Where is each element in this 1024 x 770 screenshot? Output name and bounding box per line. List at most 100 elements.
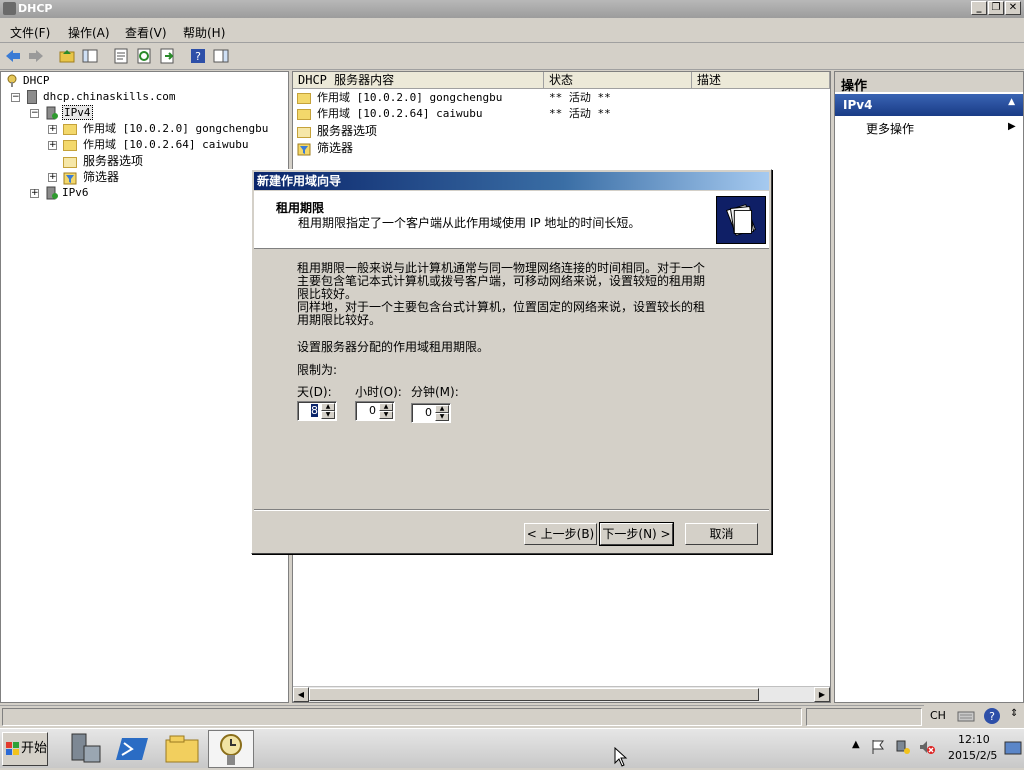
restore-button[interactable]: ❐ <box>988 1 1004 15</box>
refresh-icon[interactable] <box>135 47 153 65</box>
spin-up-icon[interactable]: ▲ <box>321 403 335 411</box>
svg-text:?: ? <box>195 50 201 63</box>
tree-item-ipv4[interactable]: IPv4 <box>46 105 93 121</box>
forward-arrow-icon[interactable] <box>27 47 45 65</box>
show-action-pane-icon[interactable] <box>212 47 230 65</box>
filter-icon <box>63 172 77 184</box>
expand-toggle[interactable]: + <box>48 125 57 134</box>
hours-stepper[interactable]: 0 ▲ ▼ <box>355 401 395 421</box>
folder-icon <box>63 139 77 151</box>
tree-label-ipv4: IPv4 <box>62 105 93 120</box>
tree-item-scope2[interactable]: 作用域 [10.0.2.64] caiwubu <box>63 137 248 153</box>
minutes-stepper[interactable]: 0 ▲ ▼ <box>411 403 451 423</box>
back-arrow-icon[interactable] <box>4 47 22 65</box>
minutes-label: 分钟(M): <box>411 385 459 399</box>
menu-view[interactable]: 查看(V) <box>125 24 167 41</box>
days-stepper[interactable]: 8 ▲ ▼ <box>297 401 337 421</box>
more-actions-item[interactable]: 更多操作 <box>866 120 914 137</box>
list-item[interactable]: 作用域 [10.0.2.64] caiwubu <box>297 106 482 122</box>
clock-date[interactable]: 2015/2/5 <box>948 749 997 762</box>
clock-time[interactable]: 12:10 <box>958 733 990 746</box>
export-list-icon[interactable] <box>158 47 176 65</box>
tree-item-server[interactable]: dhcp.chinaskills.com <box>27 89 175 105</box>
actions-section-ipv4[interactable]: IPv4 ▲ <box>835 94 1023 116</box>
tree-label-options: 服务器选项 <box>83 154 144 168</box>
keyboard-icon[interactable] <box>957 708 975 724</box>
description-line: 主要包含笔记本式计算机或拨号客户端，可移动网络来说，设置较短的租用期 <box>297 274 706 288</box>
tree-item-dhcp[interactable]: DHCP <box>5 73 50 89</box>
scroll-left-icon[interactable]: ◀ <box>293 687 309 702</box>
spin-down-icon[interactable]: ▼ <box>435 413 449 421</box>
tree-item-server-options[interactable]: 服务器选项 <box>63 153 143 169</box>
start-button[interactable]: 开始 <box>2 732 48 766</box>
up-folder-icon[interactable] <box>58 47 76 65</box>
tree-label-scope1: 作用域 [10.0.2.0] gongchengbu <box>83 122 269 135</box>
expand-toggle[interactable]: + <box>48 173 57 182</box>
toolbar: ? <box>0 43 1024 70</box>
horizontal-scrollbar[interactable]: ◀ ▶ <box>293 686 830 702</box>
scroll-right-icon[interactable]: ▶ <box>814 687 830 702</box>
back-button[interactable]: < 上一步(B) <box>524 523 597 545</box>
dhcp-root-icon <box>7 74 17 87</box>
collapse-up-icon[interactable]: ▲ <box>1008 97 1015 107</box>
column-header-status[interactable]: 状态 <box>544 72 692 89</box>
collapse-toggle[interactable]: − <box>30 109 39 118</box>
limit-label: 限制为: <box>297 363 338 377</box>
column-header-description[interactable]: 描述 <box>692 72 830 89</box>
tree-item-ipv6[interactable]: IPv6 <box>46 185 89 201</box>
dialog-title[interactable]: 新建作用域向导 <box>254 172 769 190</box>
tree-item-scope1[interactable]: 作用域 [10.0.2.0] gongchengbu <box>63 121 268 137</box>
list-item[interactable]: 服务器选项 <box>297 123 377 139</box>
options-arrow-icon[interactable]: ⇕ <box>1010 708 1018 719</box>
menu-action[interactable]: 操作(A) <box>68 24 110 41</box>
show-hidden-icons-icon[interactable]: ▲ <box>852 739 860 750</box>
windows-logo-icon <box>6 742 19 755</box>
list-item-name: 作用域 [10.0.2.0] gongchengbu <box>317 91 503 104</box>
svg-text:?: ? <box>989 710 995 723</box>
list-item-name: 作用域 [10.0.2.64] caiwubu <box>317 107 483 120</box>
language-indicator[interactable]: CH <box>930 709 946 722</box>
powershell-icon[interactable] <box>110 730 156 768</box>
column-header-name[interactable]: DHCP 服务器内容 <box>293 72 544 89</box>
menu-file[interactable]: 文件(F) <box>10 24 50 41</box>
close-button[interactable]: ✕ <box>1005 1 1021 15</box>
spin-up-icon[interactable]: ▲ <box>379 403 393 411</box>
dhcp-taskbar-button[interactable] <box>208 730 254 768</box>
server-manager-icon[interactable] <box>62 730 108 768</box>
show-desktop-icon[interactable] <box>1004 741 1022 755</box>
spin-down-icon[interactable]: ▼ <box>321 411 335 419</box>
hours-value[interactable]: 0 <box>369 404 376 417</box>
folder-icon <box>297 92 311 104</box>
folder-icon <box>63 123 77 135</box>
cancel-button[interactable]: 取消 <box>685 523 758 545</box>
dhcp-clock-icon <box>220 734 242 765</box>
title-bar[interactable]: DHCP _ ❐ ✕ <box>0 0 1024 18</box>
next-button[interactable]: 下一步(N) > <box>599 522 674 546</box>
status-bar <box>0 705 1024 728</box>
minimize-button[interactable]: _ <box>971 1 987 15</box>
list-item[interactable]: 筛选器 <box>297 140 353 156</box>
expand-toggle[interactable]: + <box>48 141 57 150</box>
properties-icon[interactable] <box>112 47 130 65</box>
expand-toggle[interactable]: + <box>30 189 39 198</box>
submenu-arrow-icon: ▶ <box>1008 121 1016 132</box>
menu-bar: 文件(F) 操作(A) 查看(V) 帮助(H) <box>0 19 1024 43</box>
minutes-value[interactable]: 0 <box>425 406 432 419</box>
help-icon[interactable]: ? <box>189 47 207 65</box>
days-value[interactable]: 8 <box>311 404 318 417</box>
show-hide-tree-icon[interactable] <box>81 47 99 65</box>
actions-header: 操作 <box>835 72 1023 94</box>
volume-muted-icon[interactable] <box>918 739 936 755</box>
file-explorer-icon[interactable] <box>160 730 206 768</box>
list-item[interactable]: 作用域 [10.0.2.0] gongchengbu <box>297 90 502 106</box>
spin-down-icon[interactable]: ▼ <box>379 411 393 419</box>
scroll-thumb[interactable] <box>309 688 759 701</box>
action-center-flag-icon[interactable] <box>870 739 886 755</box>
network-icon[interactable] <box>895 739 911 755</box>
help-circle-icon[interactable]: ? <box>983 707 1001 725</box>
menu-help[interactable]: 帮助(H) <box>183 24 225 41</box>
spin-up-icon[interactable]: ▲ <box>435 405 449 413</box>
actions-pane: 操作 IPv4 ▲ 更多操作 ▶ <box>834 71 1024 703</box>
collapse-toggle[interactable]: − <box>11 93 20 102</box>
tree-item-filters[interactable]: 筛选器 <box>63 169 119 185</box>
